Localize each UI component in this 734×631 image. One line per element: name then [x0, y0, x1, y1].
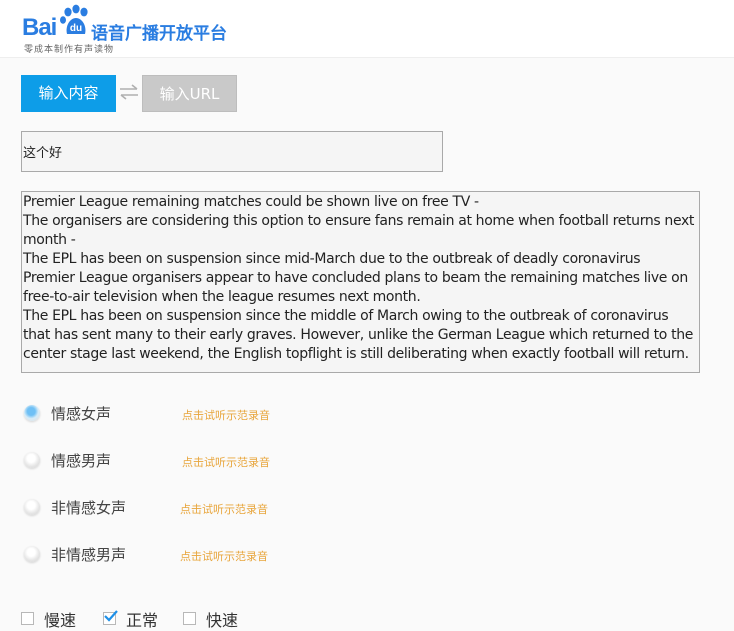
voice-label: 非情感女声	[51, 499, 127, 517]
voice-option-plain-female[interactable]: 非情感女声 点击试听示范录音	[24, 498, 324, 518]
voice-option-emotional-female[interactable]: 情感女声 点击试听示范录音	[24, 404, 324, 424]
tab-input-url[interactable]: 输入URL	[142, 75, 237, 112]
swap-icon[interactable]	[118, 83, 140, 101]
checkbox[interactable]	[103, 610, 118, 625]
product-name: 语音广播开放平台	[91, 24, 227, 44]
filename-input[interactable]	[21, 131, 443, 172]
check-icon	[104, 610, 118, 622]
radio-button[interactable]	[24, 499, 40, 515]
tab-input-content[interactable]: 输入内容	[21, 75, 116, 112]
demo-link[interactable]: 点击试听示范录音	[180, 548, 268, 564]
radio-button[interactable]	[24, 546, 40, 562]
demo-link[interactable]: 点击试听示范录音	[182, 407, 270, 423]
slogan: 零成本制作有声读物	[24, 45, 115, 55]
radio-button[interactable]	[24, 405, 40, 421]
demo-link[interactable]: 点击试听示范录音	[182, 454, 270, 470]
radio-button[interactable]	[24, 452, 40, 468]
header: Bai du 语音广播开放平台 零成本制作有声读物	[0, 0, 734, 58]
voice-label: 情感女声	[51, 405, 112, 423]
voice-option-emotional-male[interactable]: 情感男声 点击试听示范录音	[24, 451, 324, 471]
content-textarea[interactable]: Premier League remaining matches could b…	[21, 191, 700, 373]
paw-icon: du	[60, 4, 88, 34]
voice-option-plain-male[interactable]: 非情感男声 点击试听示范录音	[24, 545, 324, 565]
voice-label: 情感男声	[51, 452, 112, 470]
checkbox[interactable]	[21, 612, 34, 625]
checkbox[interactable]	[183, 612, 196, 625]
demo-link[interactable]: 点击试听示范录音	[180, 501, 268, 517]
speed-label: 快速	[206, 611, 239, 630]
voice-label: 非情感男声	[51, 546, 127, 564]
speed-label: 正常	[126, 611, 159, 630]
logo-text: Bai	[22, 14, 57, 41]
speed-label: 慢速	[44, 611, 77, 630]
logo-paw-text: du	[70, 23, 82, 34]
